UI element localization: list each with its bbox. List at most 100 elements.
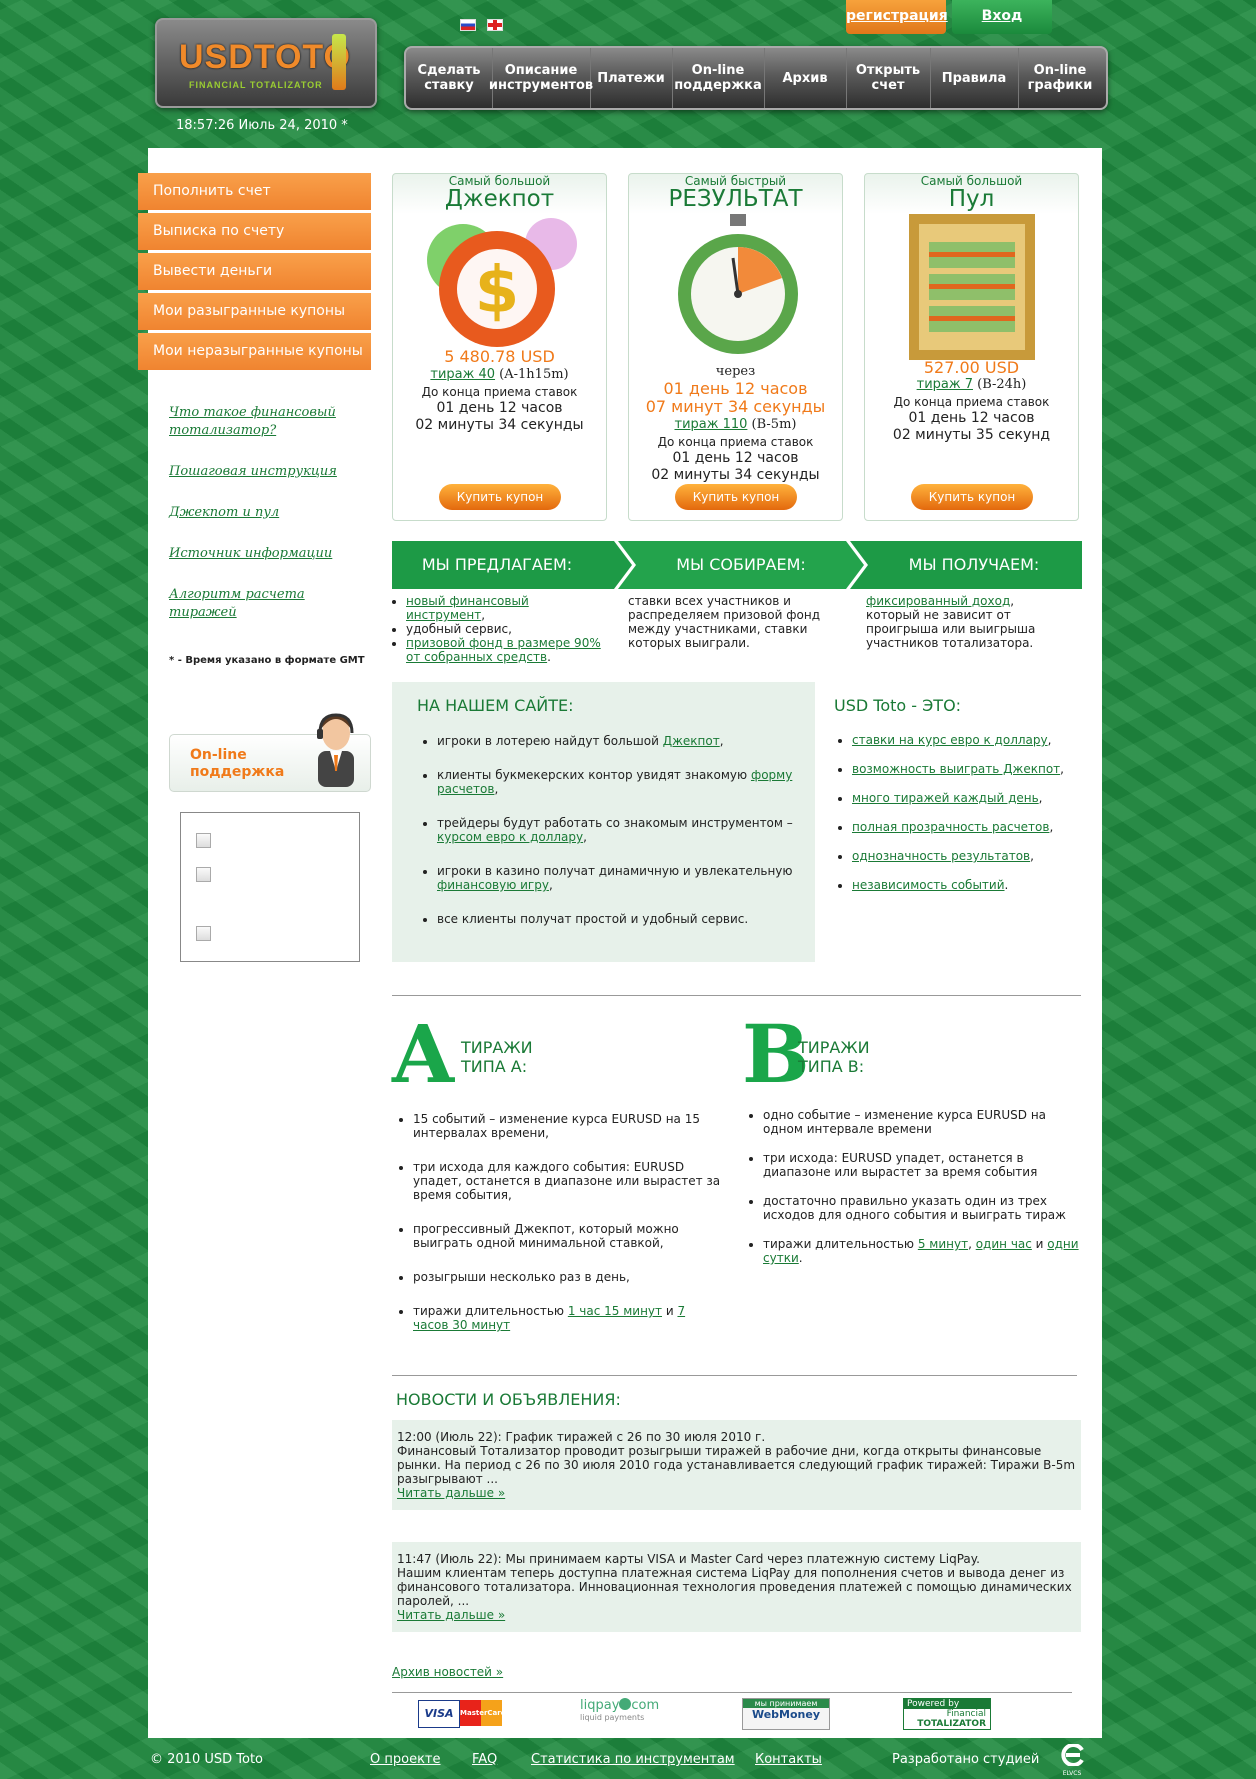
sidelink-jackpot-pool[interactable]: Джекпот и пул (169, 504, 359, 522)
poll-checkbox[interactable] (196, 833, 211, 848)
flag-ru-icon[interactable] (460, 19, 476, 31)
nav-instruments[interactable]: Описание инструментов (489, 48, 593, 108)
buy-coupon-button[interactable]: Купить купон (675, 484, 797, 510)
result-days: 01 день 12 часов (663, 379, 808, 398)
ft-line2: TOTALIZATOR (917, 1719, 986, 1729)
strip-collect: МЫ СОБИРАЕМ: (676, 555, 806, 574)
toto-link[interactable]: возможность выиграть Джекпот (852, 762, 1060, 776)
toto-link[interactable]: однозначность результатов (852, 849, 1030, 863)
online-support-button[interactable]: On-line поддержка (169, 713, 371, 792)
draw-link[interactable]: тираж 110 (675, 417, 748, 432)
nav-archive[interactable]: Архив (764, 48, 847, 108)
footer-faq-link[interactable]: FAQ (472, 1752, 497, 1767)
nav-make-bet[interactable]: Сделать ставку (406, 48, 493, 108)
t: трейдеры будут работать со знакомым инст… (437, 816, 793, 830)
draw-link[interactable]: тираж 7 (917, 377, 973, 392)
news-archive-link[interactable]: Архив новостей » (392, 1665, 503, 1679)
liqpay-com: com (631, 1698, 660, 1713)
site-logo[interactable]: USDTOTO FINANCIAL TOTALIZATOR (155, 18, 377, 108)
news-title: НОВОСТИ И ОБЪЯВЛЕНИЯ: (396, 1390, 621, 1409)
buy-coupon-button[interactable]: Купить купон (911, 484, 1033, 510)
powered-by: Powered by (904, 1699, 990, 1709)
sidelink-source[interactable]: Источник информации (169, 545, 359, 563)
poll-checkbox[interactable] (196, 926, 211, 941)
section-title: НА НАШЕМ САЙТЕ: (417, 696, 574, 715)
nav-rules[interactable]: Правила (930, 48, 1019, 108)
footer-about-link[interactable]: О проекте (370, 1752, 441, 1767)
site-link[interactable]: курсом евро к доллару (437, 830, 583, 844)
poll-checkbox[interactable] (196, 867, 211, 882)
menu-statement[interactable]: Выписка по счету (138, 213, 371, 250)
t: , (1060, 762, 1064, 776)
footer: © 2010 USD Toto О проекте FAQ Статистика… (148, 1738, 1102, 1779)
type-a-item: 15 событий – изменение курса EURUSD на 1… (413, 1112, 723, 1140)
pool-amount: 527.00 USD (923, 358, 1020, 377)
site-item: клиенты букмекерских контор увидят знако… (437, 768, 807, 796)
offer-item: новый финансовый инструмент, (406, 594, 602, 622)
offer-strip: МЫ ПРЕДЛАГАЕМ: МЫ СОБИРАЕМ: МЫ ПОЛУЧАЕМ: (392, 541, 1082, 589)
type-a-item: три исхода для каждого события: EURUSD у… (413, 1160, 723, 1202)
stopwatch-icon (678, 214, 798, 354)
toto-link[interactable]: ставки на курс евро к доллару (852, 733, 1048, 747)
type-a-item: розыгрыши несколько раз в день, (413, 1270, 723, 1284)
ft-line1: Financial (946, 1709, 986, 1719)
sidelink-what-is[interactable]: Что такое финансовый тотализатор? (169, 404, 359, 440)
toto-item: ставки на курс евро к доллару, (852, 733, 1074, 747)
offer-link[interactable]: новый финансовый инструмент (406, 594, 529, 622)
read-more-link[interactable]: Читать дальше » (397, 1486, 1076, 1500)
menu-unplayed-coupons[interactable]: Мои неразыгранные купоны (138, 333, 371, 370)
duration-link[interactable]: 5 минут (918, 1237, 968, 1251)
login-button[interactable]: Вход (952, 0, 1052, 34)
duration-link[interactable]: один час (976, 1237, 1032, 1251)
t: игроки в казино получат динамичную и увл… (437, 864, 793, 878)
news-body: Финансовый Тотализатор проводит розыгрыш… (397, 1444, 1076, 1486)
toto-link[interactable]: много тиражей каждый день (852, 791, 1039, 805)
register-button[interactable]: регистрация (846, 0, 948, 34)
toto-item: полная прозрачность расчетов, (852, 820, 1074, 834)
flag-en-icon[interactable] (487, 19, 504, 31)
type-b-item: достаточно правильно указать один из тре… (763, 1194, 1081, 1222)
site-item: игроки в казино получат динамичную и увл… (437, 864, 807, 892)
footer-stats-link[interactable]: Статистика по инструментам (531, 1752, 735, 1767)
menu-played-coupons[interactable]: Мои разыгранные купоны (138, 293, 371, 330)
site-link[interactable]: Джекпот (663, 734, 720, 748)
toto-link[interactable]: полная прозрачность расчетов (852, 820, 1049, 834)
sidelink-instruction[interactable]: Пошаговая инструкция (169, 463, 359, 481)
menu-withdraw[interactable]: Вывести деньги (138, 253, 371, 290)
offer-link[interactable]: призовой фонд в размере 90% от собранных… (406, 636, 601, 664)
toto-link[interactable]: независимость событий (852, 878, 1005, 892)
news-headline: 11:47 (Июль 22): Мы принимаем карты VISA… (397, 1552, 980, 1566)
logo-tagline: FINANCIAL TOTALIZATOR (189, 80, 323, 90)
toto-item: однозначность результатов, (852, 849, 1074, 863)
visa-mastercard-logo: VISA MasterCard (418, 1698, 506, 1728)
until-label: До конца приема ставок (657, 435, 814, 449)
nav-online-charts[interactable]: On-line графики (1018, 48, 1102, 108)
type-b-item: одно событие – изменение курса EURUSD на… (763, 1108, 1081, 1136)
strip-get: МЫ ПОЛУЧАЕМ: (908, 555, 1040, 574)
h: ТИПА А: (461, 1057, 528, 1076)
h: ТИПА B: (798, 1057, 865, 1076)
type-b-title: ТИРАЖИ ТИПА B: (798, 1038, 870, 1076)
get-link[interactable]: фиксированный доход (866, 594, 1010, 608)
nav-open-account[interactable]: Открыть счет (846, 48, 931, 108)
buy-coupon-button[interactable]: Купить купон (439, 484, 561, 510)
promo-title: Джекпот (444, 186, 555, 212)
menu-deposit[interactable]: Пополнить счет (138, 173, 371, 210)
draw-link[interactable]: тираж 40 (430, 367, 495, 382)
footer-contacts-link[interactable]: Контакты (755, 1752, 822, 1767)
sidelink-algorithm[interactable]: Алгоритм расчета тиражей (169, 586, 359, 622)
type-a-list: 15 событий – изменение курса EURUSD на 1… (398, 1112, 723, 1352)
nav-online-support[interactable]: On-line поддержка (672, 48, 765, 108)
news-body: Нашим клиентам теперь доступна платежная… (397, 1566, 1072, 1608)
t: тиражи длительностью (413, 1304, 568, 1318)
usd-toto-is: USD Toto - ЭТО: ставки на курс евро к до… (834, 682, 1074, 907)
read-more-link[interactable]: Читать дальше » (397, 1608, 1076, 1622)
nav-payments[interactable]: Платежи (590, 48, 673, 108)
site-link[interactable]: финансовую игру (437, 878, 549, 892)
result-minutes: 07 минут 34 секунды (645, 397, 826, 416)
elvcs-text: ELVCS (1062, 1770, 1082, 1777)
elvcs-logo[interactable]: ELVCS (1056, 1743, 1088, 1777)
money-box-icon (909, 214, 1035, 360)
webm-top: мы принимаем (743, 1699, 829, 1708)
duration-link[interactable]: 1 час 15 минут (568, 1304, 662, 1318)
